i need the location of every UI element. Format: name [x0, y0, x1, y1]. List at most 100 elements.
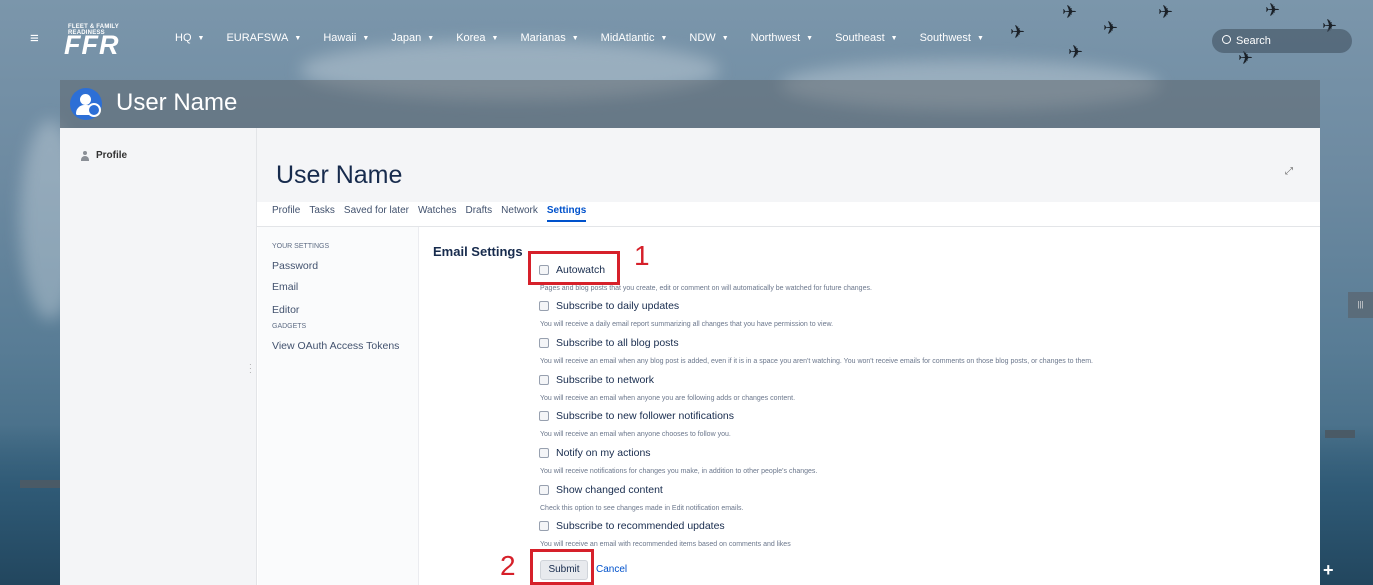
nav-item-hawaii[interactable]: Hawaii ▼ [323, 32, 369, 44]
sidebar-item-profile[interactable]: Profile [80, 150, 127, 161]
tab-network[interactable]: Network [501, 205, 538, 222]
tab-watches[interactable]: Watches [418, 205, 457, 222]
option-notify-my-actions[interactable]: Notify on my actions [539, 447, 651, 459]
jet-icon: ✈ [1068, 42, 1084, 62]
cancel-link[interactable]: Cancel [596, 564, 627, 575]
chevron-down-icon: ▼ [976, 34, 984, 42]
tab-profile[interactable]: Profile [272, 205, 300, 222]
tab-drafts[interactable]: Drafts [466, 205, 493, 222]
ffr-logo[interactable]: FLEET & FAMILY READINESS FFR [64, 24, 140, 60]
option-show-changed-content[interactable]: Show changed content [539, 484, 663, 496]
left-sidebar: Profile [60, 128, 257, 585]
chevron-down-icon: ▼ [197, 34, 205, 42]
chevron-down-icon: ▼ [362, 34, 370, 42]
search-placeholder: Search [1236, 35, 1271, 47]
daily-updates-checkbox[interactable] [539, 301, 549, 311]
nav-item-label: Korea [456, 32, 486, 44]
notify-my-actions-checkbox[interactable] [539, 448, 549, 458]
page-header: User Name [60, 80, 1320, 128]
nav-item-ndw[interactable]: NDW ▼ [689, 32, 728, 44]
option-description: You will receive an email when any blog … [540, 358, 1094, 365]
chevron-down-icon: ▼ [721, 34, 729, 42]
option-description: You will receive notifications for chang… [540, 468, 818, 475]
network-checkbox[interactable] [539, 375, 549, 385]
search-input[interactable]: Search [1212, 29, 1352, 53]
option-recommended-updates[interactable]: Subscribe to recommended updates [539, 520, 725, 532]
tab-settings[interactable]: Settings [546, 205, 587, 222]
nav-item-hq[interactable]: HQ ▼ [175, 32, 204, 44]
nav-item-label: EURAFSWA [226, 32, 289, 44]
option-label: Subscribe to all blog posts [556, 337, 679, 349]
jet-icon: ✈ [1010, 22, 1026, 42]
nav-item-label: Southwest [919, 32, 971, 44]
nav-item-label: Marianas [520, 32, 566, 44]
nav-item-eurafswa[interactable]: EURAFSWA ▼ [226, 32, 301, 44]
nav-item-southwest[interactable]: Southwest ▼ [920, 32, 984, 44]
annotation-number-2: 2 [500, 550, 516, 581]
jet-icon: ✈ [1158, 2, 1174, 22]
chevron-down-icon: ▼ [890, 34, 898, 42]
settings-link-oauth[interactable]: View OAuth Access Tokens [272, 340, 399, 352]
option-description: You will receive a daily email report su… [540, 321, 834, 328]
gadgets-heading: GADGETS [272, 323, 307, 330]
annotation-box-autowatch [528, 251, 620, 285]
option-label: Subscribe to daily updates [556, 300, 680, 312]
follower-notifications-checkbox[interactable] [539, 411, 549, 421]
option-label: Subscribe to network [556, 374, 655, 386]
chevron-down-icon: ▼ [571, 34, 579, 42]
all-blog-posts-checkbox[interactable] [539, 338, 549, 348]
tab-saved-for-later[interactable]: Saved for later [344, 205, 409, 222]
option-description: Pages and blog posts that you create, ed… [540, 285, 872, 292]
nav-item-label: Japan [391, 32, 422, 44]
sidebar-item-label: Profile [96, 150, 128, 161]
option-all-blog-posts[interactable]: Subscribe to all blog posts [539, 337, 679, 349]
main-header [257, 128, 1320, 202]
option-follower-notifications[interactable]: Subscribe to new follower notifications [539, 410, 734, 422]
nav-item-label: HQ [175, 32, 192, 44]
annotation-number-1: 1 [634, 240, 650, 271]
logo-text: FFR [64, 30, 120, 60]
chevron-down-icon: ▼ [491, 34, 499, 42]
nav-item-label: MidAtlantic [600, 32, 655, 44]
expand-icon[interactable]: ⤢ [1285, 166, 1293, 177]
option-label: Subscribe to new follower notifications [556, 410, 735, 422]
option-network[interactable]: Subscribe to network [539, 374, 654, 386]
nav-item-marianas[interactable]: Marianas ▼ [520, 32, 578, 44]
nav-item-label: NDW [689, 32, 716, 44]
nav-menu: HQ ▼ EURAFSWA ▼ Hawaii ▼ Japan ▼ Korea ▼ Mari… [175, 32, 1006, 44]
nav-item-label: Southeast [835, 32, 885, 44]
nav-item-japan[interactable]: Japan ▼ [391, 32, 434, 44]
nav-item-southeast[interactable]: Southeast ▼ [835, 32, 897, 44]
right-panel-handle[interactable]: ||| [1348, 292, 1373, 318]
option-description: Check this option to see changes made in… [540, 505, 744, 512]
resize-handle-icon[interactable]: · · · [249, 361, 252, 377]
option-daily-updates[interactable]: Subscribe to daily updates [539, 300, 679, 312]
email-settings-title: Email Settings [433, 244, 523, 259]
chevron-down-icon: ▼ [294, 34, 302, 42]
person-icon [80, 150, 90, 161]
jet-icon: ✈ [1103, 18, 1119, 38]
add-icon[interactable]: + [1323, 560, 1334, 581]
jet-icon: ✈ [1265, 0, 1281, 20]
search-icon [1222, 35, 1231, 44]
settings-link-email[interactable]: Email [272, 281, 298, 293]
option-description: You will receive an email when anyone ch… [540, 431, 731, 438]
menu-icon[interactable]: ≡ [30, 30, 39, 47]
chevron-down-icon: ▼ [660, 34, 668, 42]
annotation-box-submit [530, 549, 594, 585]
option-label: Notify on my actions [556, 447, 651, 459]
recommended-updates-checkbox[interactable] [539, 521, 549, 531]
chevron-down-icon: ▼ [806, 34, 814, 42]
settings-link-password[interactable]: Password [272, 260, 318, 272]
tab-tasks[interactable]: Tasks [309, 205, 335, 222]
option-description: You will receive an email when anyone yo… [540, 395, 796, 402]
chevron-down-icon: ▼ [427, 34, 435, 42]
nav-item-korea[interactable]: Korea ▼ [456, 32, 498, 44]
profile-title: User Name [276, 161, 403, 189]
nav-item-midatlantic[interactable]: MidAtlantic ▼ [601, 32, 668, 44]
show-changed-content-checkbox[interactable] [539, 485, 549, 495]
nav-item-label: Hawaii [323, 32, 357, 44]
settings-link-editor[interactable]: Editor [272, 304, 299, 316]
nav-item-northwest[interactable]: Northwest ▼ [751, 32, 813, 44]
option-label: Show changed content [556, 484, 663, 496]
